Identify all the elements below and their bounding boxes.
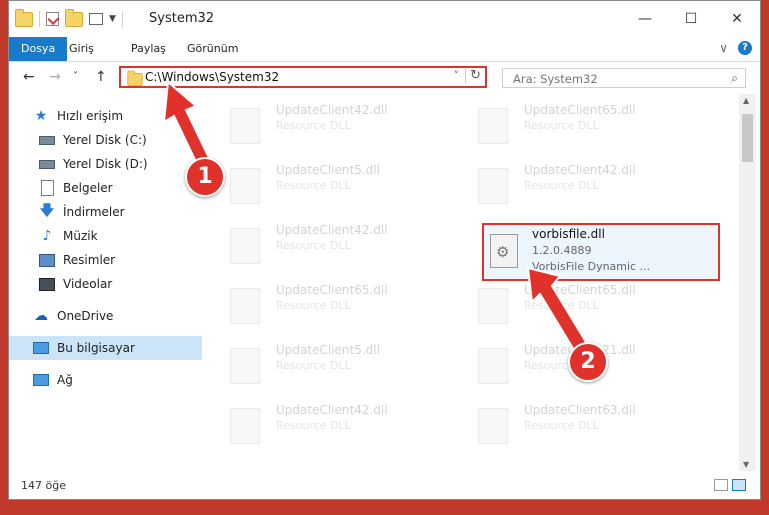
window-title: System32 — [149, 11, 215, 26]
tiles-view-icon[interactable] — [732, 479, 746, 491]
sidebar-item-videos[interactable]: Videolar 🖈 — [9, 272, 232, 296]
file-name: vorbisfile.dll — [532, 227, 605, 241]
dll-file-icon — [478, 408, 508, 444]
sidebar-item-downloads[interactable]: 🡇 İndirmeler 🖈 — [9, 200, 232, 224]
music-icon: ♪ — [42, 228, 52, 244]
tab-home[interactable]: Giriş — [69, 37, 94, 61]
properties-icon[interactable] — [46, 12, 60, 26]
window-controls: — ☐ ✕ — [622, 1, 760, 37]
dll-file-icon — [230, 228, 260, 264]
scrollbar-thumb[interactable] — [742, 114, 753, 162]
recent-locations-button[interactable]: ˅ — [73, 71, 78, 82]
sidebar-item-network[interactable]: Ağ — [9, 368, 226, 392]
documents-icon — [39, 180, 55, 196]
forward-button[interactable]: → — [49, 69, 61, 85]
drive-icon — [39, 156, 55, 172]
scroll-down-icon[interactable]: ▼ — [743, 460, 749, 469]
sidebar-item-pictures[interactable]: Resimler 🖈 — [9, 248, 232, 272]
address-dropdown-icon[interactable]: ˅ — [454, 69, 460, 82]
tab-view[interactable]: Görünüm — [187, 37, 238, 61]
download-icon: 🡇 — [39, 203, 55, 219]
scroll-up-icon[interactable]: ▲ — [743, 96, 749, 105]
tab-share[interactable]: Paylaş — [131, 37, 166, 61]
file-version: 1.2.0.4889 — [532, 244, 592, 257]
explorer-window: ▼ System32 — ☐ ✕ Dosya Giriş Paylaş Görü… — [8, 0, 761, 500]
title-bar: ▼ System32 — ☐ ✕ — [9, 1, 760, 37]
status-bar: 147 öğe — [9, 473, 760, 499]
back-button[interactable]: ← — [23, 69, 35, 85]
folder-icon — [15, 8, 33, 27]
sidebar-item-this-pc[interactable]: Bu bilgisayar — [9, 336, 202, 360]
network-icon — [33, 372, 49, 388]
expand-ribbon-icon[interactable]: ∨ — [719, 41, 728, 55]
view-options-icon[interactable] — [89, 13, 103, 25]
file-list: UpdateClient42.dll Resource DLL UpdateCl… — [204, 94, 739, 471]
new-folder-icon[interactable] — [65, 8, 83, 27]
navigation-pane: ★ Hızlı erişim Yerel Disk (C:) Yerel Dis… — [9, 94, 228, 471]
search-icon: ⌕ — [731, 71, 738, 85]
vorbisfile-dll-item[interactable]: ⚙ vorbisfile.dll 1.2.0.4889 VorbisFile D… — [482, 223, 720, 281]
file-item[interactable]: UpdateClient42.dll Resource DLL — [452, 158, 682, 210]
search-box[interactable]: ⌕ — [502, 68, 746, 88]
dll-file-icon — [230, 168, 260, 204]
address-path: C:\Windows\System32 — [145, 70, 280, 84]
file-description: VorbisFile Dynamic ... — [532, 260, 651, 273]
videos-icon — [39, 276, 55, 292]
drive-icon — [39, 132, 55, 148]
item-count: 147 öğe — [21, 479, 66, 492]
sidebar-item-music[interactable]: ♪ Müzik 🖈 — [9, 224, 232, 248]
customize-qat-icon[interactable]: ▼ — [109, 14, 116, 24]
dll-file-icon — [230, 408, 260, 444]
file-item[interactable]: UpdateClient42.dll Resource DLL — [204, 398, 434, 450]
navigation-bar: ← → ˅ ↑ C:\Windows\System32 ˅ ↻ ⌕ — [9, 62, 760, 94]
file-item[interactable]: UpdateClient65.dll Resource DLL — [204, 278, 434, 330]
tab-file[interactable]: Dosya — [9, 37, 68, 61]
dll-file-icon — [478, 168, 508, 204]
dll-file-icon — [230, 348, 260, 384]
computer-icon — [33, 340, 49, 356]
refresh-button[interactable]: ↻ — [465, 68, 481, 83]
sidebar-item-quick-access[interactable]: ★ Hızlı erişim — [9, 104, 226, 128]
step-marker-two: 2 — [568, 342, 608, 382]
ribbon-tabs: Dosya Giriş Paylaş Görünüm ∨ ? — [9, 37, 760, 62]
file-item[interactable]: UpdateClient5.dll Resource DLL — [204, 338, 434, 390]
dll-gear-file-icon: ⚙ — [490, 234, 518, 268]
close-button[interactable]: ✕ — [714, 1, 760, 37]
file-item[interactable]: UpdateClient42.dll Resource DLL — [204, 218, 434, 270]
quick-access-toolbar: ▼ — [15, 8, 123, 27]
search-input[interactable] — [511, 71, 715, 87]
minimize-button[interactable]: — — [622, 1, 668, 37]
sidebar-item-onedrive[interactable]: ☁ OneDrive — [9, 304, 226, 328]
dll-file-icon — [478, 108, 508, 144]
step-marker-one: 1 — [185, 157, 225, 197]
dll-file-icon — [230, 108, 260, 144]
file-item[interactable]: UpdateClient63.dll Resource DLL — [452, 398, 682, 450]
address-bar[interactable]: C:\Windows\System32 ˅ ↻ — [119, 66, 487, 88]
dll-file-icon — [478, 348, 508, 384]
details-view-icon[interactable] — [714, 479, 728, 491]
vertical-scrollbar[interactable]: ▲ ▼ — [739, 94, 756, 471]
up-button[interactable]: ↑ — [95, 69, 107, 85]
cloud-icon: ☁ — [34, 308, 48, 324]
pictures-icon — [39, 252, 55, 268]
maximize-button[interactable]: ☐ — [668, 1, 714, 37]
help-icon[interactable]: ? — [738, 41, 752, 55]
dll-file-icon — [230, 288, 260, 324]
folder-icon — [127, 70, 143, 86]
star-icon: ★ — [34, 108, 48, 124]
file-item[interactable]: UpdateClient42.dll Resource DLL — [204, 98, 434, 150]
sidebar-item-drive-c[interactable]: Yerel Disk (C:) — [9, 128, 232, 152]
dll-file-icon — [478, 288, 508, 324]
file-item[interactable]: UpdateClient65.dll Resource DLL — [452, 98, 682, 150]
file-item[interactable]: UpdateClient5.dll Resource DLL — [204, 158, 434, 210]
file-item[interactable]: UpdateClient65.dll Resource DLL — [452, 278, 682, 330]
file-item[interactable]: UpdateClient21.dll Resource DLL — [452, 338, 682, 390]
